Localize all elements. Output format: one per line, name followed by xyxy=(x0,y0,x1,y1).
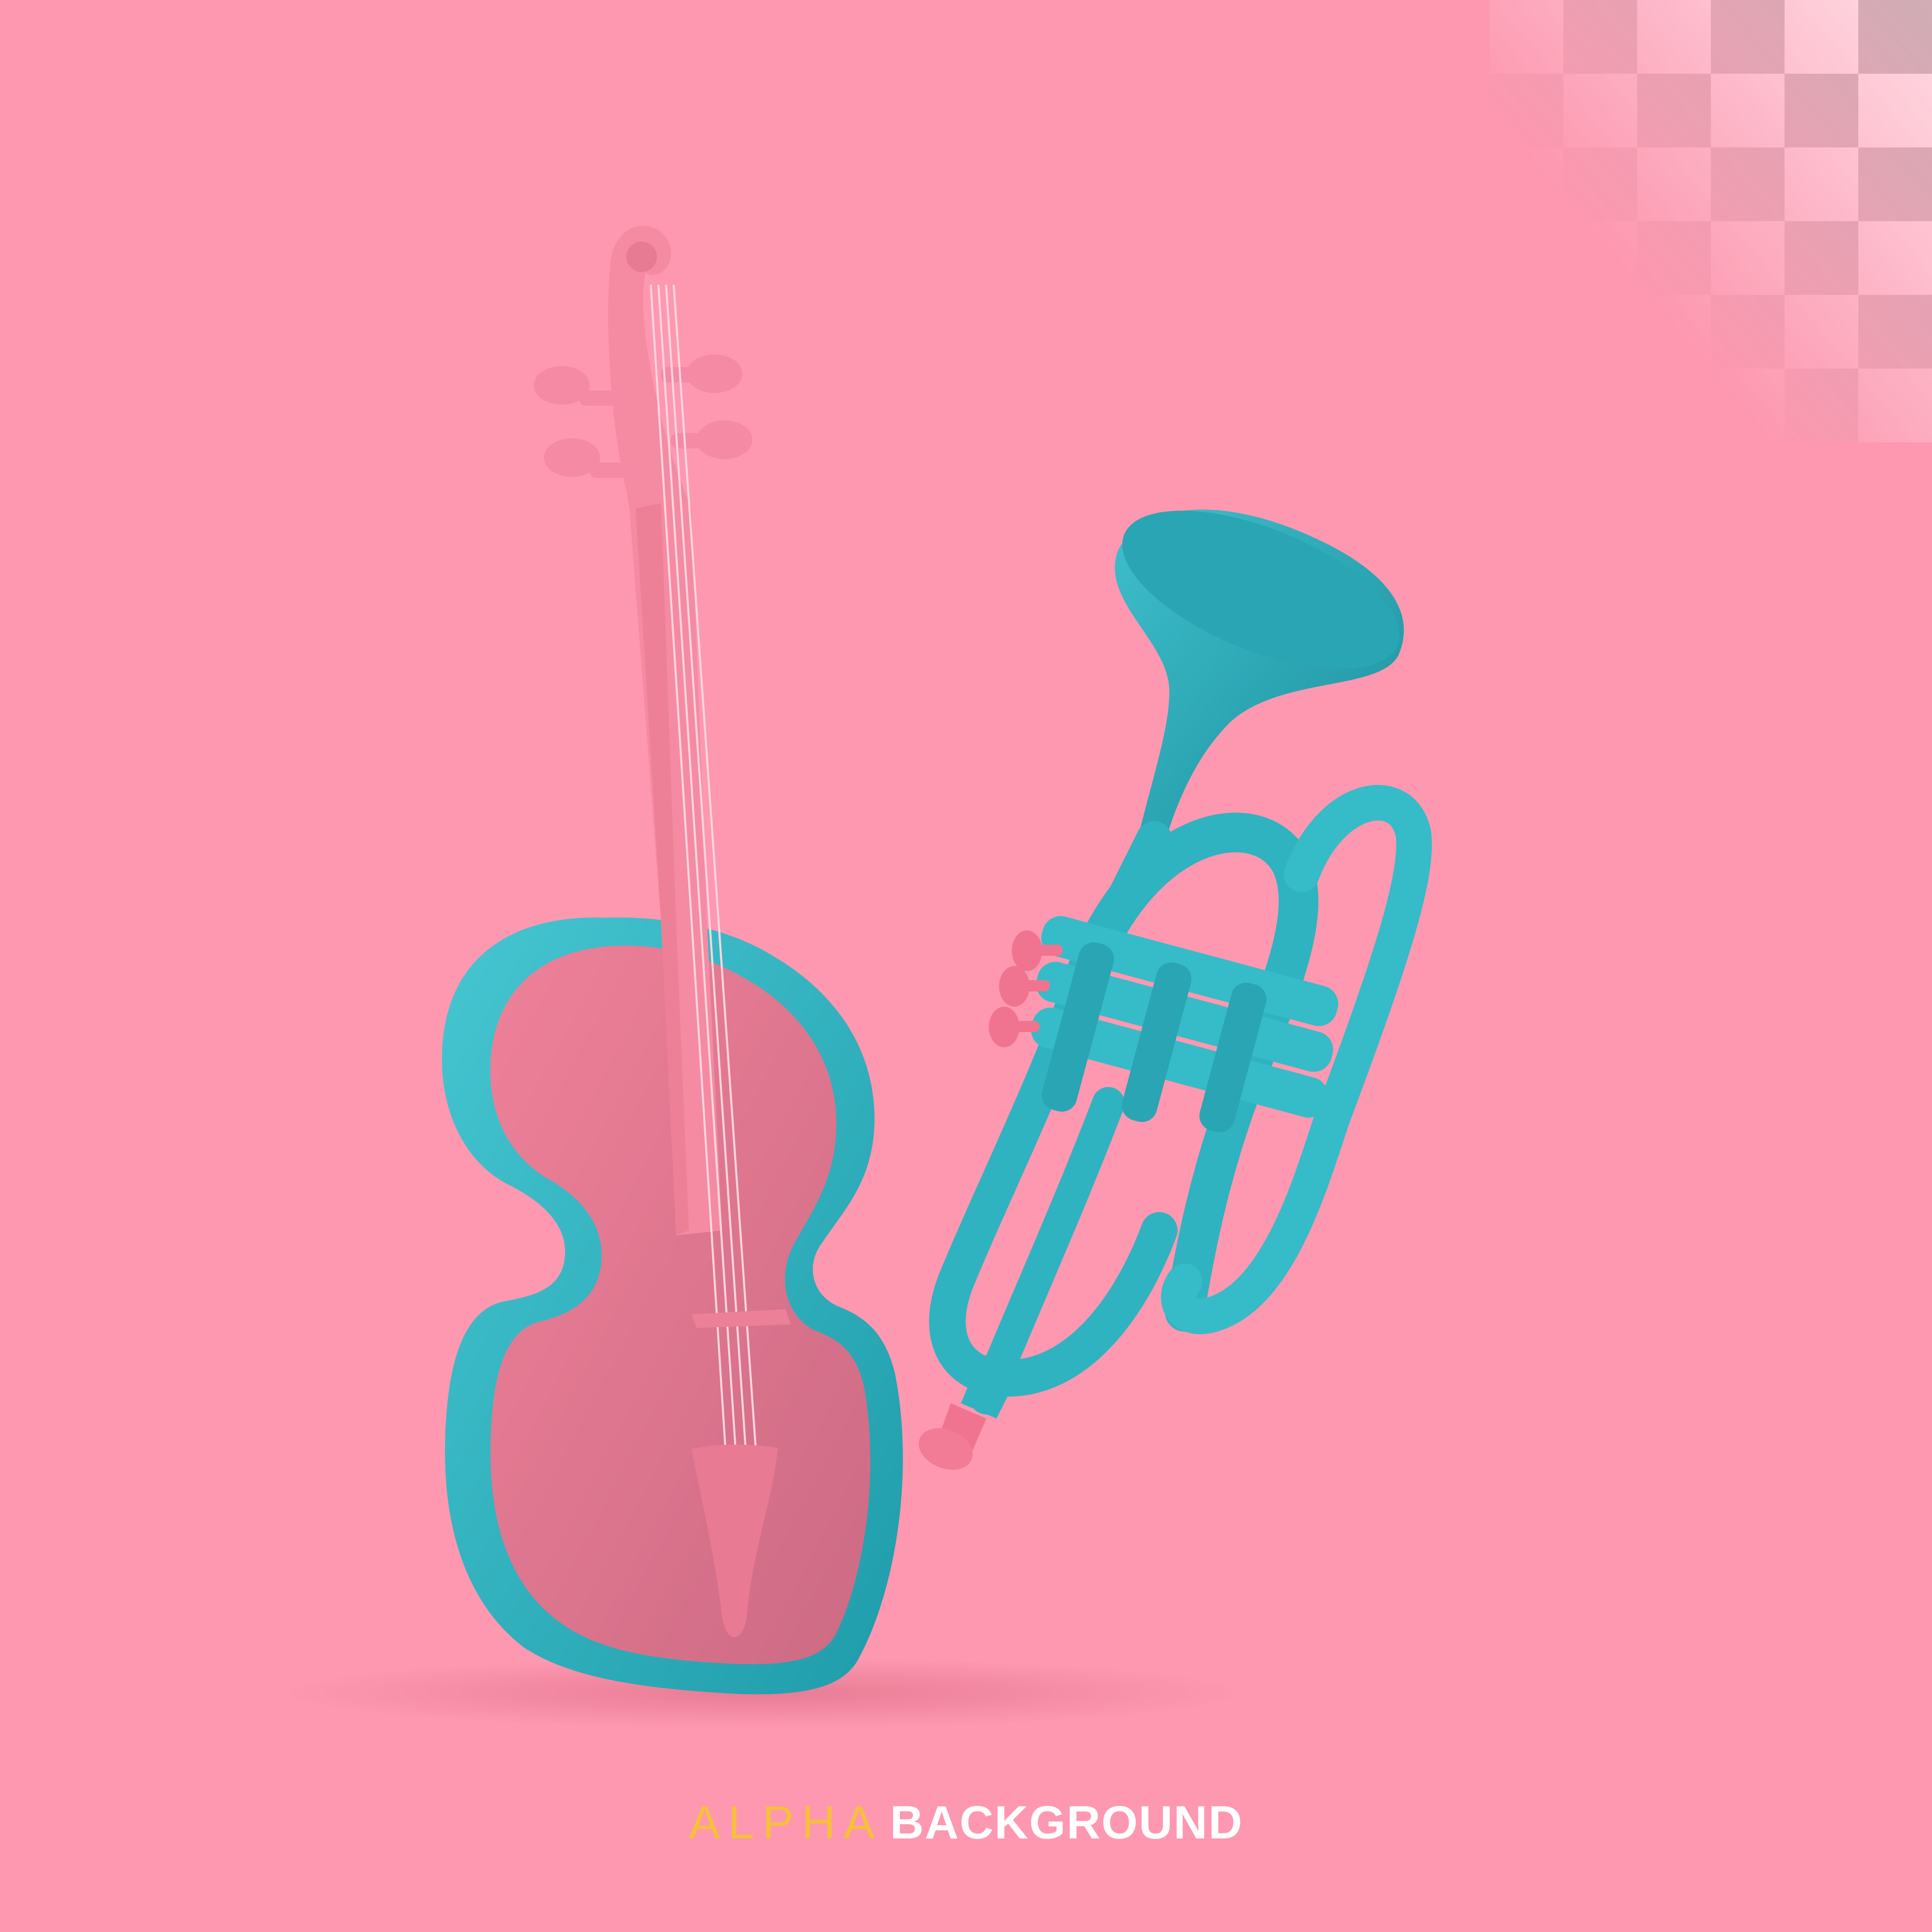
caption: ALPHA BACKGROUND xyxy=(0,1792,1932,1853)
caption-alpha-word: ALPHA xyxy=(688,1797,883,1849)
caption-background-word: BACKGROUND xyxy=(890,1797,1244,1849)
trumpet-mouthpiece xyxy=(919,1373,1012,1470)
trumpet-illustration xyxy=(919,509,1432,1470)
violin-scroll-curl xyxy=(626,242,657,272)
violin-illustration xyxy=(442,225,903,1695)
image-canvas: ALPHA BACKGROUND xyxy=(0,0,1932,1932)
instruments-illustration xyxy=(280,225,1432,1729)
